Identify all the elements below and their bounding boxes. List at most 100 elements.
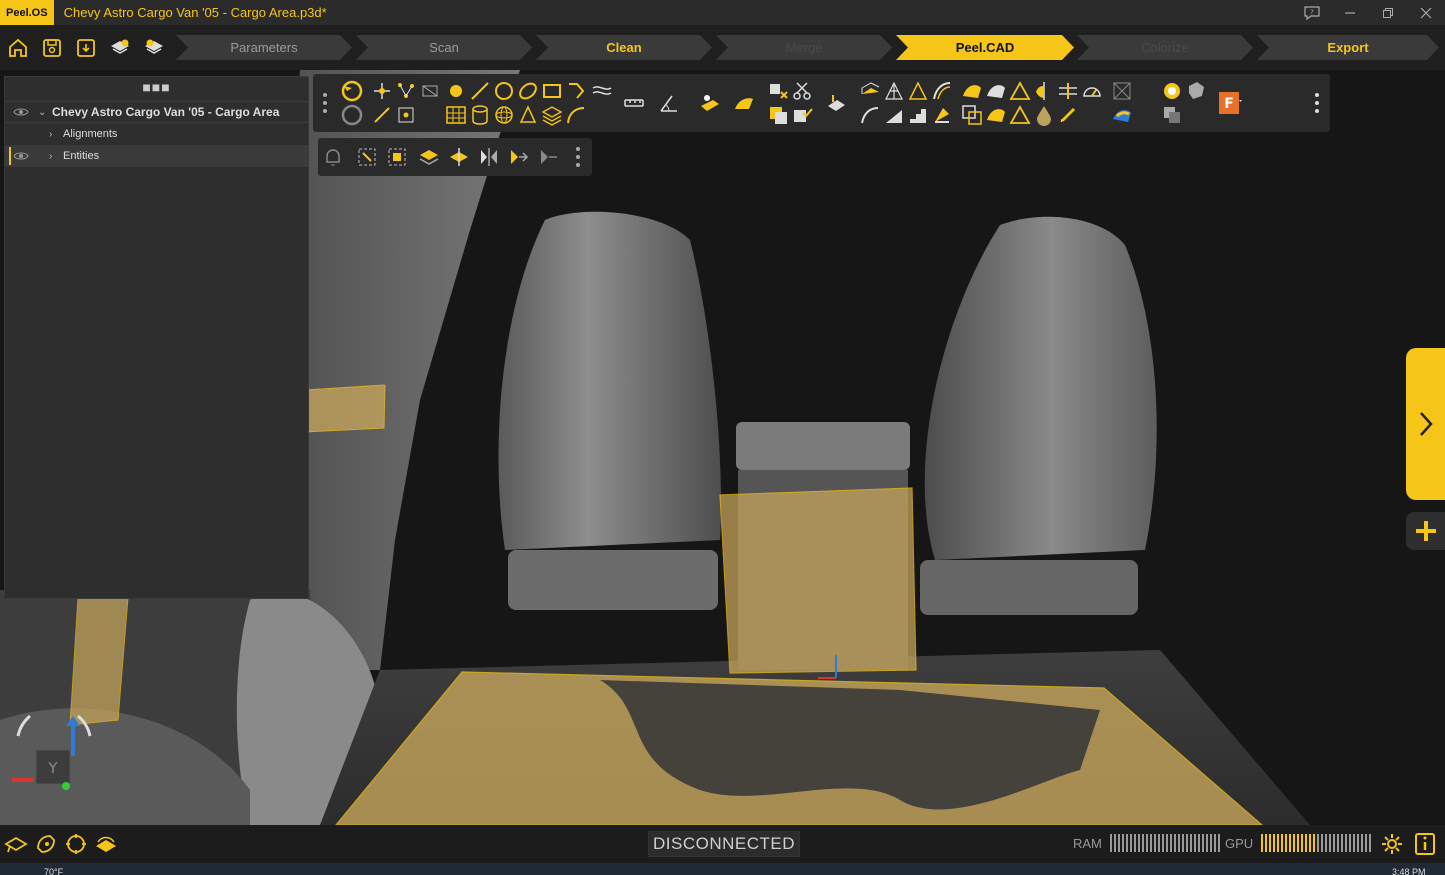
add-button[interactable] [1406,512,1445,550]
tab-clean[interactable]: Clean [536,35,712,60]
cone-icon[interactable] [517,104,539,126]
section-view-icon[interactable] [448,146,470,168]
fillet-icon[interactable] [931,104,953,126]
surface-patch-icon[interactable] [733,92,755,114]
turntable-icon[interactable] [94,832,118,856]
surface-blend-icon[interactable] [985,104,1007,126]
view-cube[interactable]: Y [8,706,100,796]
wireframe-icon[interactable] [1111,80,1133,102]
scanner-settings-icon[interactable] [106,35,134,61]
wall-plane-entity[interactable] [304,384,386,433]
layer-view-icon[interactable] [418,146,440,168]
expand-panel-button[interactable] [1406,348,1445,500]
console-plane-entity[interactable] [719,487,917,674]
panel-drag-handle[interactable]: ■■■ [5,77,308,101]
sphere-icon[interactable] [493,104,515,126]
tree-root-row[interactable]: ⌄ Chevy Astro Cargo Van '05 - Cargo Area [5,101,308,123]
triangle-fill-icon[interactable] [907,80,929,102]
warning-triangle-icon[interactable] [1009,80,1031,102]
split-surface-icon[interactable] [1033,80,1055,102]
gauge-icon[interactable] [1081,80,1103,102]
deviation-map-icon[interactable] [1111,104,1133,126]
extrude-icon[interactable] [859,80,881,102]
loft-icon[interactable] [883,104,905,126]
close-icon[interactable] [1407,0,1445,25]
polyline-icon[interactable] [565,80,587,102]
fit-surface-icon[interactable] [961,80,983,102]
expand-chevron-icon[interactable]: › [49,129,52,140]
app-badge[interactable]: Peel.OS [0,0,54,25]
visibility-eye-icon[interactable] [13,106,29,118]
tab-colorize[interactable]: Colorize [1077,35,1253,60]
scanner-status-icon[interactable] [4,832,28,856]
info-icon[interactable] [1413,832,1437,856]
redo-icon[interactable] [341,104,363,126]
tree-item-entities[interactable]: › Entities [5,145,308,167]
toolbar-grip-icon[interactable] [322,92,328,114]
point-tool-icon[interactable] [371,80,393,102]
tab-merge[interactable]: Merge [716,35,892,60]
tab-parameters[interactable]: Parameters [176,35,352,60]
zoom-selection-icon[interactable] [386,146,408,168]
drop-shape-icon[interactable] [1033,104,1055,126]
undo-icon[interactable] [341,80,363,102]
expand-chevron-icon[interactable]: › [49,151,52,162]
rectangle-icon[interactable] [541,80,563,102]
layers-icon[interactable] [541,104,563,126]
fit-surface-alt-icon[interactable] [985,80,1007,102]
save-as-icon[interactable] [72,35,100,61]
zoom-extents-icon[interactable] [356,146,378,168]
mirror-icon[interactable] [478,146,500,168]
tree-item-alignments[interactable]: › Alignments [5,123,308,145]
measure-angle-icon[interactable] [658,92,680,114]
minimize-icon[interactable] [1331,0,1369,25]
align-view-icon[interactable] [508,146,530,168]
notification-bell-icon[interactable] [322,146,344,168]
circle-point-icon[interactable] [445,80,467,102]
tab-export[interactable]: Export [1257,35,1439,60]
circle-icon[interactable] [493,80,515,102]
target-icon[interactable] [1161,80,1183,102]
settings-gear-icon[interactable] [1380,832,1404,856]
pencil-icon[interactable] [1057,104,1079,126]
cylinder-icon[interactable] [469,104,491,126]
tab-peel-cad[interactable]: Peel.CAD [896,35,1074,60]
feedback-icon[interactable]: ? [1293,0,1331,25]
plane-grid-icon[interactable] [445,104,467,126]
grid-points-icon[interactable] [395,104,417,126]
3d-viewport[interactable]: Y Y ■■■ ⌄ Chevy Astro Cargo Van '05 - Ca… [0,70,1445,825]
offset-curve-icon[interactable] [591,80,613,102]
auto-surface-icon[interactable] [699,92,721,114]
check-entity-icon[interactable] [791,104,813,126]
view-toolbar-menu-icon[interactable] [575,146,581,168]
line-icon[interactable] [469,80,491,102]
triangle-outline-icon[interactable] [1009,104,1031,126]
mesh-tool-icon[interactable] [419,80,441,102]
clone-icon[interactable] [1161,104,1183,126]
intersect-icon[interactable] [961,104,983,126]
rotate-scan-icon[interactable] [64,832,88,856]
home-icon[interactable] [4,35,32,61]
freeform-curve-icon[interactable] [565,104,587,126]
snap-view-icon[interactable] [538,146,560,168]
triangle-mesh-icon[interactable] [883,80,905,102]
tab-scan[interactable]: Scan [356,35,532,60]
stair-surface-icon[interactable] [907,104,929,126]
sweep-icon[interactable] [931,80,953,102]
revolve-icon[interactable] [859,104,881,126]
line-tool-icon[interactable] [371,104,393,126]
collapse-chevron-icon[interactable]: ⌄ [38,107,46,118]
paint-surface-icon[interactable] [825,92,847,114]
fusion360-icon[interactable]: F [1217,90,1243,118]
measure-distance-icon[interactable] [623,92,645,114]
save-icon[interactable] [38,35,66,61]
align-planes-icon[interactable] [1057,80,1079,102]
delete-entity-icon[interactable] [767,80,789,102]
ellipse-icon[interactable] [517,80,539,102]
scissors-icon[interactable] [791,80,813,102]
target-scan-icon[interactable] [34,832,58,856]
visibility-eye-icon[interactable] [13,150,29,162]
boolean-icon[interactable] [767,104,789,126]
toolbar-menu-icon[interactable] [1314,92,1320,114]
scanner-connect-icon[interactable] [140,35,168,61]
